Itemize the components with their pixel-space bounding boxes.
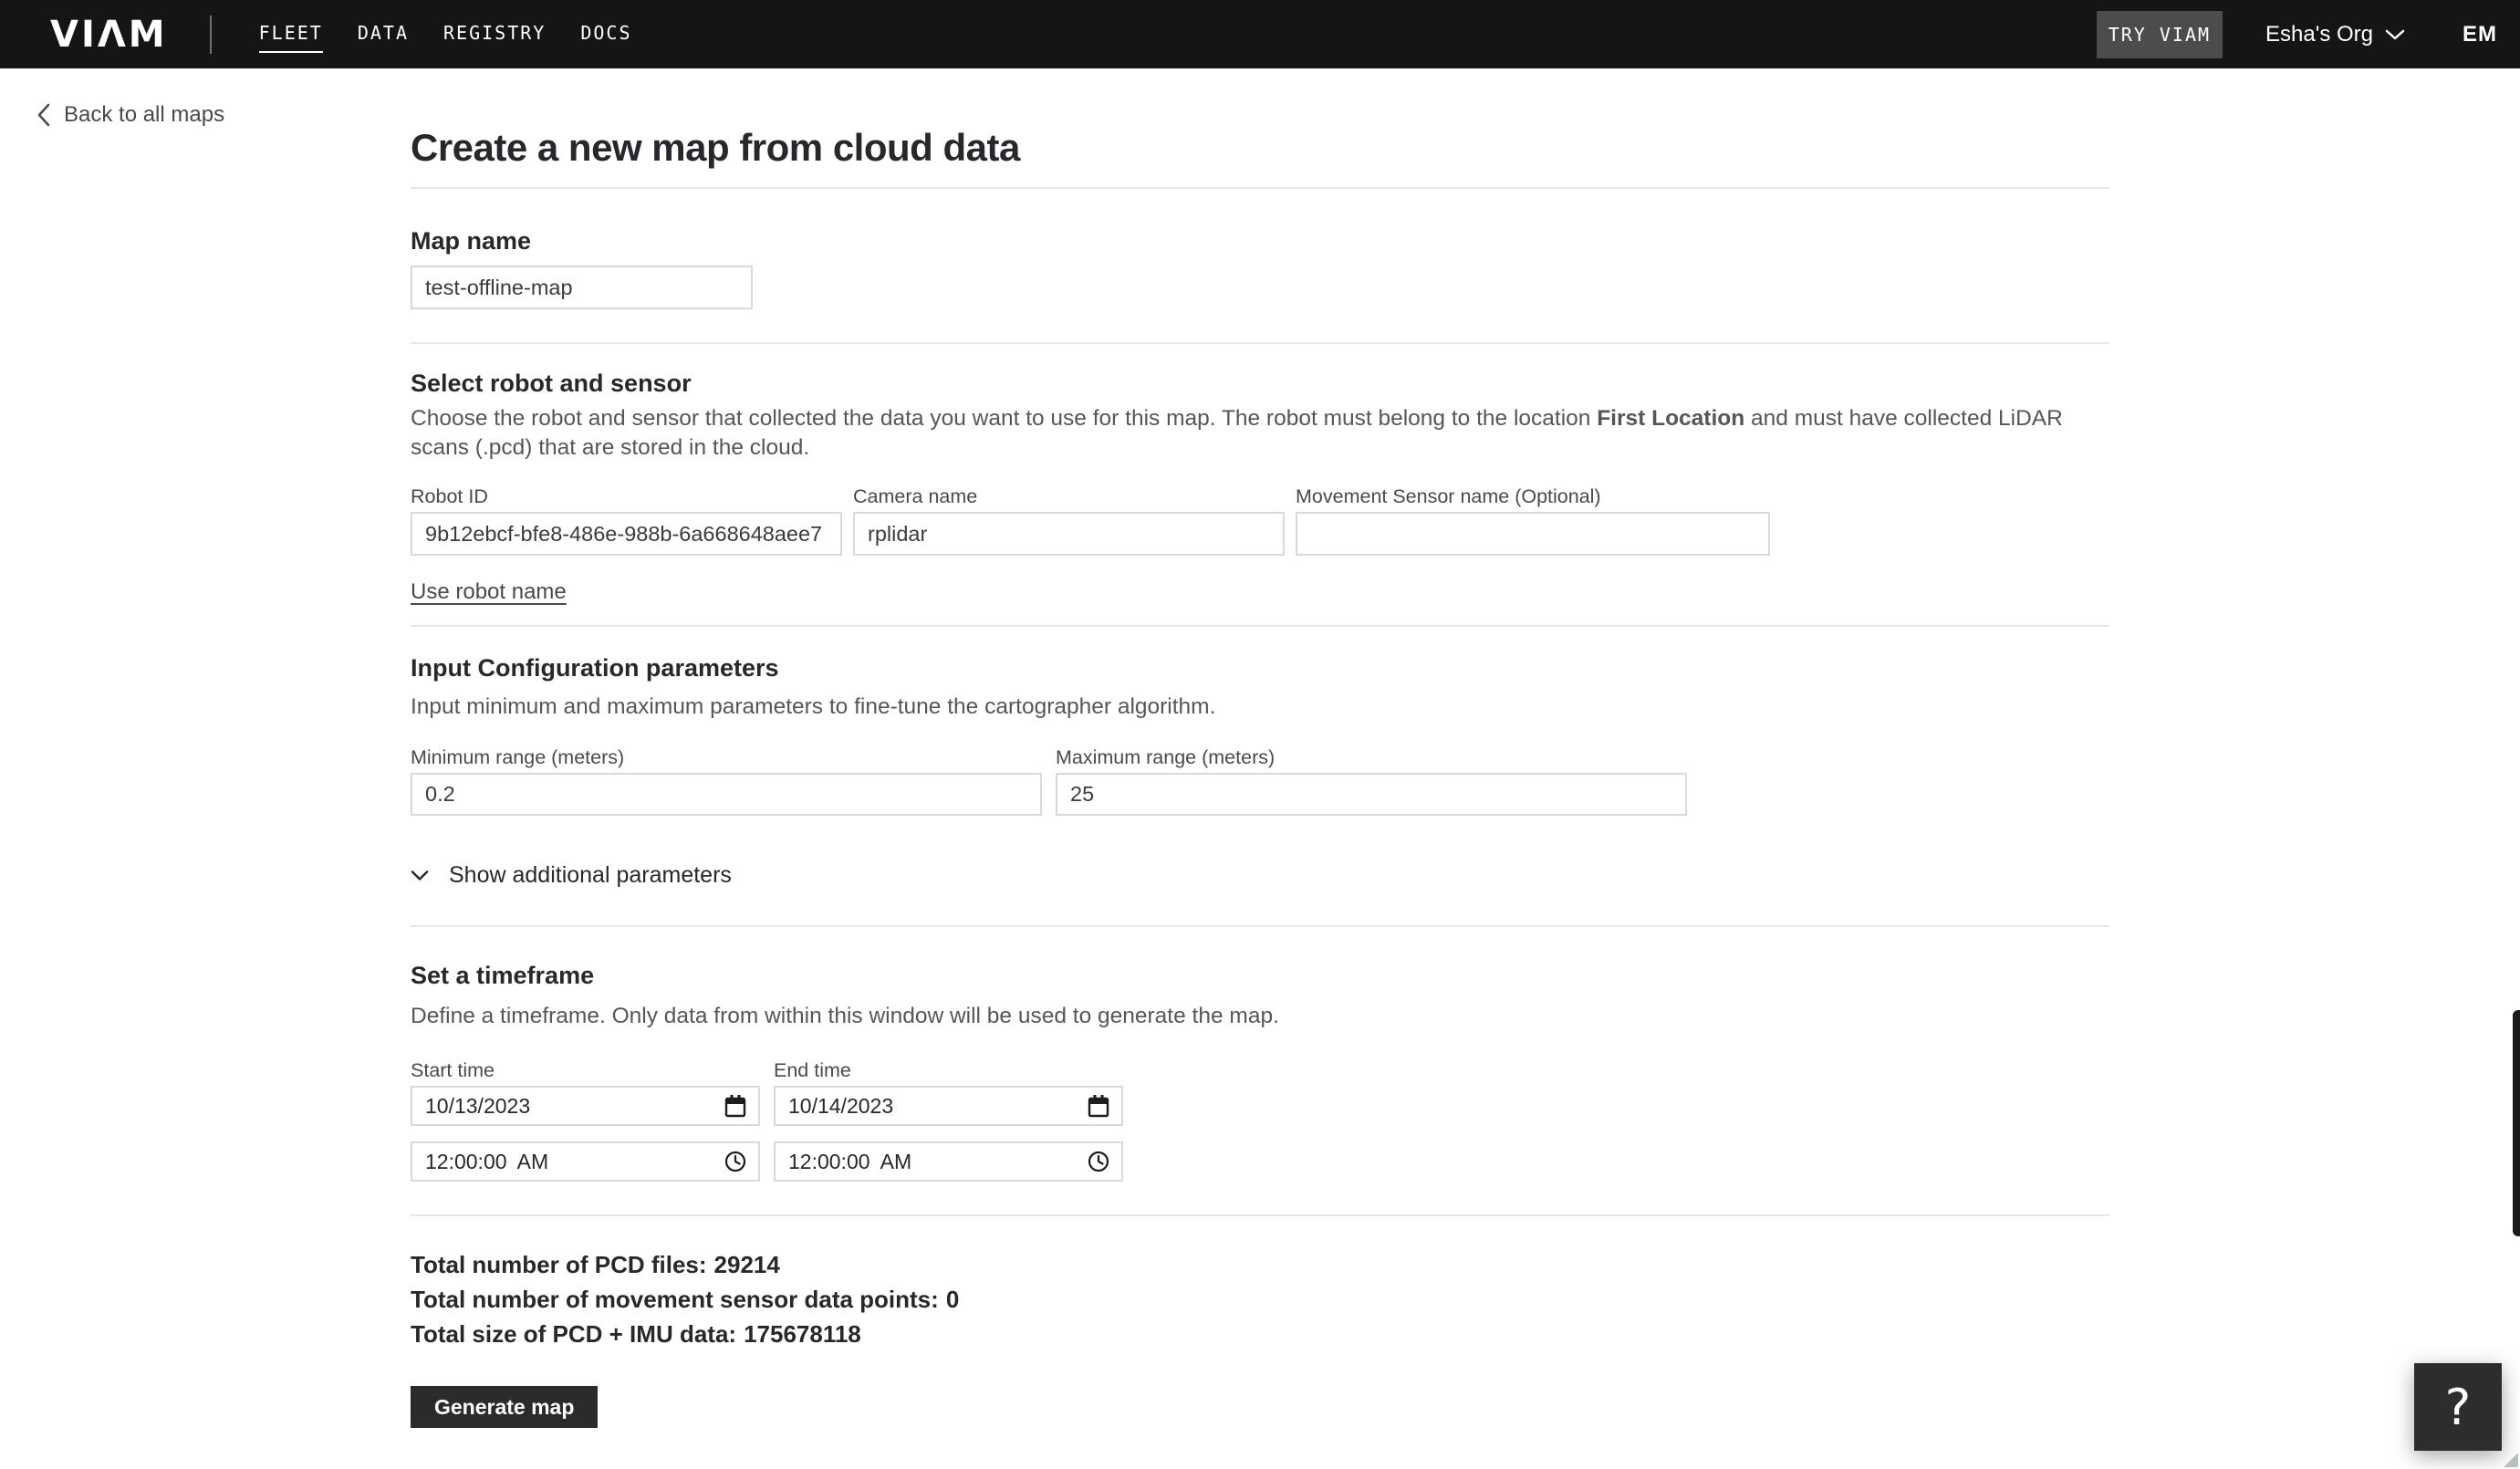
page: VIΛM FLEET DATA REGISTRY DOCS TRY VIAM E… [0, 0, 2520, 1469]
robot-sensor-heading: Select robot and sensor [411, 370, 692, 397]
config-params-description: Input minimum and maximum parameters to … [411, 694, 1216, 719]
totals-section: Total number of PCD files: 29214 Total nu… [411, 1216, 2109, 1428]
calendar-icon[interactable] [724, 1093, 747, 1119]
chevron-down-icon [2385, 28, 2405, 41]
end-time-input[interactable]: 12:00:00 AM [774, 1141, 1123, 1182]
total-data-size: Total size of PCD + IMU data: 175678118 [411, 1320, 861, 1348]
use-robot-name-link[interactable]: Use robot name [411, 579, 567, 605]
end-time-value: 12:00:00 AM [788, 1149, 912, 1173]
nav-right: TRY VIAM Esha's Org EM [2096, 10, 2520, 58]
org-name: Esha's Org [2265, 21, 2373, 47]
map-name-section: Map name [411, 189, 2109, 342]
start-time-input[interactable]: 12:00:00 AM [411, 1141, 760, 1182]
max-range-label: Maximum range (meters) [1056, 746, 1276, 768]
movement-sensor-field: Movement Sensor name (Optional) [1296, 484, 1770, 556]
nav-item-registry[interactable]: REGISTRY [443, 16, 546, 53]
movement-sensor-input[interactable] [1296, 512, 1770, 556]
try-viam-button[interactable]: TRY VIAM [2096, 10, 2223, 58]
min-range-input[interactable] [411, 773, 1042, 816]
resize-grip-icon [2504, 1453, 2518, 1467]
end-date-input[interactable]: 10/14/2023 [774, 1086, 1123, 1126]
robot-id-field: Robot ID [411, 484, 842, 556]
scrollbar-thumb[interactable] [2513, 1010, 2520, 1236]
clock-icon[interactable] [1087, 1150, 1110, 1173]
help-button[interactable]: ? [2414, 1363, 2502, 1451]
show-additional-parameters-button[interactable]: Show additional parameters [411, 861, 732, 889]
chevron-down-icon [411, 870, 429, 881]
camera-name-input[interactable] [853, 512, 1285, 556]
calendar-icon[interactable] [1087, 1093, 1110, 1119]
page-title: Create a new map from cloud data [411, 126, 1020, 169]
robot-sensor-section: Select robot and sensor Choose the robot… [411, 344, 2109, 625]
start-date-input[interactable]: 10/13/2023 [411, 1086, 760, 1126]
total-movement-points: Total number of movement sensor data poi… [411, 1286, 960, 1313]
nav-item-docs[interactable]: DOCS [580, 16, 631, 53]
timeframe-section: Set a timeframe Define a timeframe. Only… [411, 927, 2109, 1214]
org-switcher[interactable]: Esha's Org [2265, 22, 2405, 47]
clock-icon[interactable] [724, 1150, 747, 1173]
top-nav: VIΛM FLEET DATA REGISTRY DOCS TRY VIAM E… [0, 0, 2520, 68]
timeframe-description: Define a timeframe. Only data from withi… [411, 1004, 1279, 1028]
movement-sensor-label: Movement Sensor name (Optional) [1296, 485, 1601, 507]
start-date-value: 10/13/2023 [425, 1093, 531, 1118]
camera-name-field: Camera name [853, 484, 1285, 556]
max-range-field: Maximum range (meters) [1056, 745, 1687, 816]
robot-sensor-description: Choose the robot and sensor that collect… [411, 406, 2063, 460]
primary-nav: FLEET DATA REGISTRY DOCS [258, 16, 632, 53]
config-params-section: Input Configuration parameters Input min… [411, 627, 2109, 925]
main-content: Create a new map from cloud data Map nam… [411, 68, 2109, 1428]
chevron-left-icon [36, 102, 51, 128]
camera-name-label: Camera name [853, 485, 978, 507]
min-range-field: Minimum range (meters) [411, 745, 1042, 816]
robot-id-label: Robot ID [411, 485, 488, 507]
nav-item-data[interactable]: DATA [358, 16, 409, 53]
timeframe-heading: Set a timeframe [411, 962, 595, 989]
start-time-column: Start time 10/13/2023 12:00:00 AM [411, 1058, 760, 1182]
end-time-column: End time 10/14/2023 12:00:00 AM [774, 1058, 1123, 1182]
generate-map-button[interactable]: Generate map [411, 1386, 599, 1428]
range-fields-row: Minimum range (meters) Maximum range (me… [411, 745, 2109, 816]
viam-logo[interactable]: VIΛM [50, 14, 168, 56]
end-time-label: End time [774, 1059, 851, 1081]
min-range-label: Minimum range (meters) [411, 746, 625, 768]
total-pcd-files: Total number of PCD files: 29214 [411, 1251, 780, 1278]
avatar[interactable]: EM [2463, 22, 2497, 47]
nav-item-fleet[interactable]: FLEET [258, 16, 324, 53]
config-params-heading: Input Configuration parameters [411, 654, 779, 682]
location-name: First Location [1597, 406, 1745, 431]
end-date-value: 10/14/2023 [788, 1093, 894, 1118]
show-additional-parameters-label: Show additional parameters [449, 862, 732, 888]
back-link-label: Back to all maps [64, 102, 225, 127]
max-range-input[interactable] [1056, 773, 1687, 816]
map-name-input[interactable] [411, 266, 753, 309]
robot-id-input[interactable] [411, 512, 842, 556]
start-time-label: Start time [411, 1059, 495, 1081]
back-link[interactable]: Back to all maps [36, 102, 224, 128]
timeframe-grid: Start time 10/13/2023 12:00:00 AM End ti… [411, 1058, 2109, 1182]
robot-fields-row: Robot ID Camera name Movement Sensor nam… [411, 484, 2109, 556]
nav-divider [209, 15, 212, 54]
start-time-value: 12:00:00 AM [425, 1149, 549, 1173]
map-name-heading: Map name [411, 227, 532, 255]
